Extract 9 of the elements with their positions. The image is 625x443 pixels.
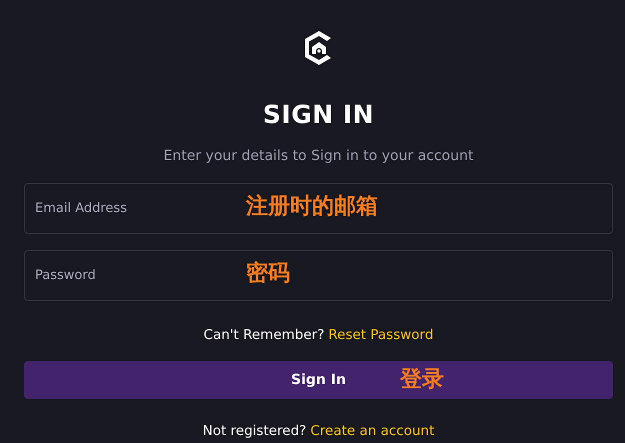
subtitle: Enter your details to Sign in to your account (164, 147, 474, 166)
reset-prompt: Can't Remember? (204, 326, 324, 345)
register-prompt: Not registered? (202, 422, 306, 442)
annotation: 注册时的邮箱 (246, 196, 378, 218)
annotation: 登录 (400, 369, 444, 392)
page-heading: SIGN IN (262, 100, 374, 130)
create-account-link[interactable]: Create an account (310, 421, 434, 442)
reset-password-link[interactable]: Reset Password (328, 325, 434, 346)
annotation: 密码 (246, 263, 290, 285)
